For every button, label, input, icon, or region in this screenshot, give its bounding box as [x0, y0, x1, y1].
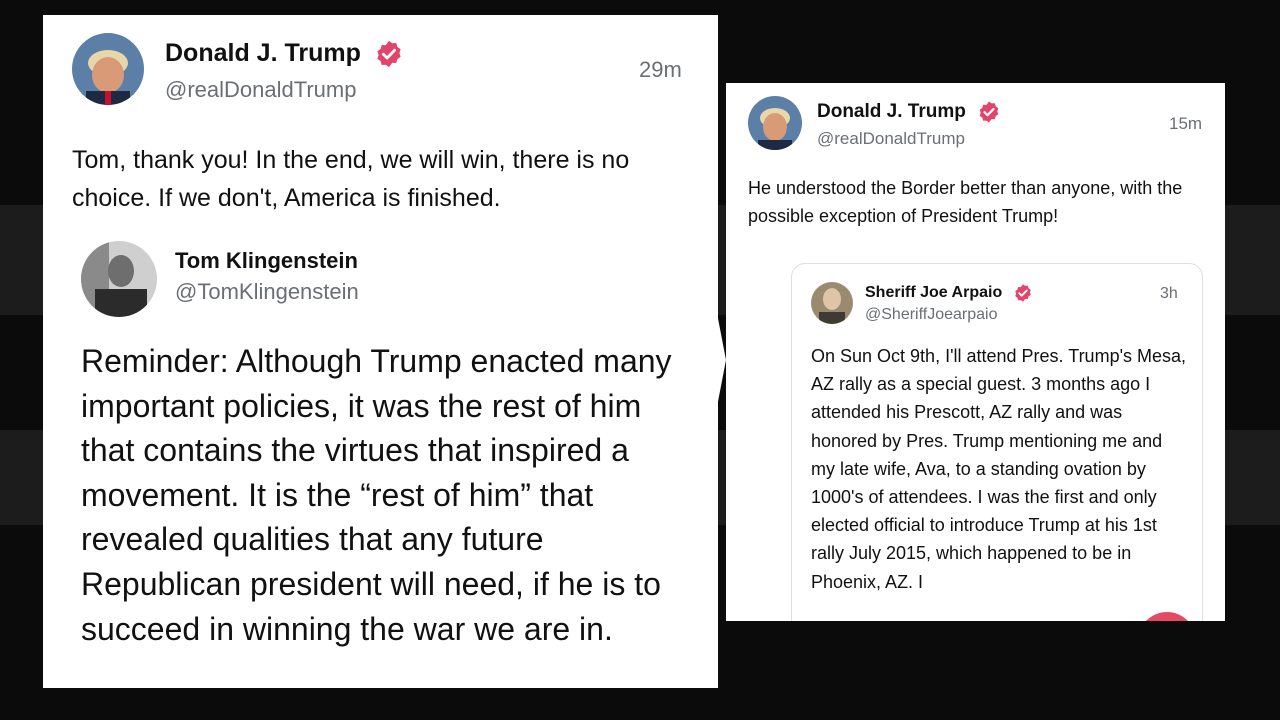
- quoted-author-name[interactable]: Sheriff Joe Arpaio: [865, 283, 1033, 303]
- quoted-author-handle[interactable]: @TomKlingenstein: [175, 279, 359, 305]
- verified-badge-icon: [979, 101, 999, 123]
- author-name-text: Donald J. Trump: [165, 39, 361, 67]
- trump-avatar[interactable]: [748, 96, 802, 150]
- quoted-text: On Sun Oct 9th, I'll attend Pres. Trump'…: [811, 346, 1187, 592]
- trump-avatar[interactable]: [72, 33, 144, 105]
- post-right: Donald J. Trump @realDonaldTrump 15m He …: [726, 83, 1225, 621]
- verified-badge-icon: [377, 41, 401, 68]
- quoted-author-name-text: Sheriff Joe Arpaio: [865, 284, 1003, 302]
- arpaio-avatar[interactable]: [811, 282, 853, 324]
- quoted-author-handle[interactable]: @SheriffJoearpaio: [865, 306, 997, 324]
- post-time[interactable]: 15m: [1169, 114, 1202, 134]
- post-text: Tom, thank you! In the end, we will win,…: [72, 146, 630, 212]
- panel-notch: [716, 308, 726, 412]
- post-text: He understood the Border better than any…: [748, 178, 1183, 226]
- post-left: Donald J. Trump @realDonaldTrump 29m Tom…: [43, 15, 718, 688]
- verified-badge-icon: [1014, 284, 1031, 302]
- quoted-post-card[interactable]: Sheriff Joe Arpaio @SheriffJoearpaio 3h …: [791, 263, 1203, 621]
- quoted-author-name[interactable]: Tom Klingenstein: [175, 248, 358, 274]
- author-name-text: Donald J. Trump: [817, 101, 966, 123]
- author-name[interactable]: Donald J. Trump: [165, 39, 404, 69]
- quoted-text: Reminder: Although Trump enacted many im…: [81, 343, 672, 647]
- author-handle[interactable]: @realDonaldTrump: [817, 129, 965, 149]
- post-time[interactable]: 29m: [639, 57, 682, 83]
- quoted-post-time[interactable]: 3h: [1160, 285, 1178, 303]
- author-handle[interactable]: @realDonaldTrump: [165, 77, 356, 103]
- author-name[interactable]: Donald J. Trump: [817, 100, 1001, 124]
- klingenstein-avatar[interactable]: [81, 241, 157, 317]
